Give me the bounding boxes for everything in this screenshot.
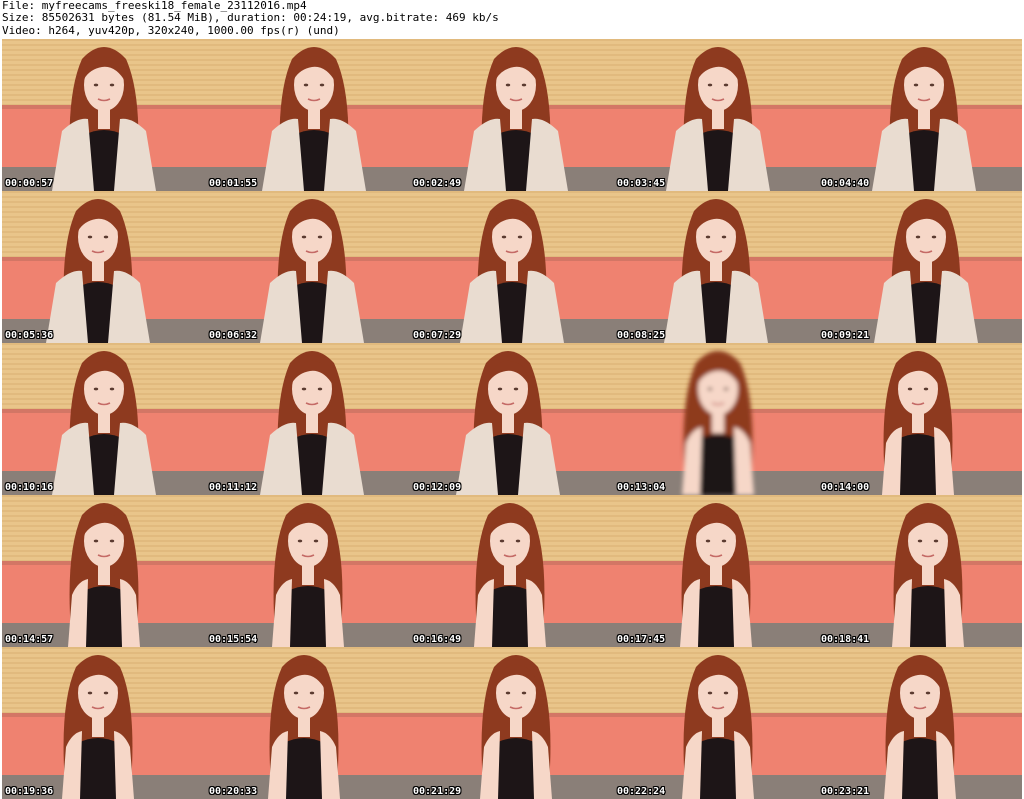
thumbnail-frame-image [410,39,614,191]
thumbnail-timestamp: 00:03:45 [617,178,666,189]
thumbnail-timestamp: 00:13:04 [617,482,666,493]
thumbnail-timestamp: 00:16:49 [413,634,462,645]
thumbnail-frame-image [206,191,410,343]
video-thumbnail[interactable]: 00:14:57 [2,495,206,647]
thumbnail-timestamp: 00:07:29 [413,330,462,341]
video-info-line: Video: h264, yuv420p, 320x240, 1000.00 f… [2,23,340,37]
thumbnail-frame-image [614,191,818,343]
thumbnail-timestamp: 00:19:36 [5,786,54,797]
thumbnail-frame-image [818,343,1022,495]
video-thumbnail[interactable]: 00:19:36 [2,647,206,799]
thumbnail-timestamp: 00:06:32 [209,330,258,341]
file-info-header: File: myfreecams_freeski18_female_231120… [2,0,1020,38]
thumbnail-frame-image [2,39,206,191]
video-thumbnail[interactable]: 00:04:40 [818,39,1022,191]
video-thumbnail[interactable]: 00:12:09 [410,343,614,495]
thumbnail-frame-image [614,343,818,495]
thumbnail-timestamp: 00:15:54 [209,634,258,645]
video-thumbnail[interactable]: 00:22:24 [614,647,818,799]
thumbnail-frame-image [410,647,614,799]
video-thumbnail[interactable]: 00:07:29 [410,191,614,343]
thumbnail-timestamp: 00:02:49 [413,178,462,189]
video-thumbnail[interactable]: 00:13:04 [614,343,818,495]
video-thumbnail[interactable]: 00:09:21 [818,191,1022,343]
thumbnail-timestamp: 00:17:45 [617,634,666,645]
thumbnail-timestamp: 00:21:29 [413,786,462,797]
thumbnail-frame-image [206,343,410,495]
thumbnail-frame-image [2,495,206,647]
thumbnail-timestamp: 00:18:41 [821,634,870,645]
thumbnail-frame-image [410,191,614,343]
thumbnail-frame-image [614,39,818,191]
thumbnail-frame-image [2,343,206,495]
video-thumbnail[interactable]: 00:21:29 [410,647,614,799]
video-thumbnail[interactable]: 00:15:54 [206,495,410,647]
thumbnail-grid: 00:00:57 00:01:55 00:02:49 00:03:45 00:0… [0,39,1024,799]
video-thumbnail[interactable]: 00:23:21 [818,647,1022,799]
video-thumbnail[interactable]: 00:18:41 [818,495,1022,647]
thumbnail-frame-image [206,647,410,799]
thumbnail-timestamp: 00:04:40 [821,178,870,189]
thumbnail-frame-image [614,495,818,647]
thumbnail-timestamp: 00:14:57 [5,634,54,645]
thumbnail-timestamp: 00:01:55 [209,178,258,189]
thumbnail-frame-image [206,39,410,191]
video-thumbnail[interactable]: 00:05:36 [2,191,206,343]
video-thumbnail[interactable]: 00:11:12 [206,343,410,495]
thumbnail-timestamp: 00:08:25 [617,330,666,341]
thumbnail-timestamp: 00:11:12 [209,482,258,493]
thumbnail-frame-image [818,647,1022,799]
thumbnail-frame-image [818,39,1022,191]
video-thumbnail[interactable]: 00:06:32 [206,191,410,343]
thumbnail-timestamp: 00:00:57 [5,178,54,189]
video-thumbnail[interactable]: 00:20:33 [206,647,410,799]
video-thumbnail[interactable]: 00:01:55 [206,39,410,191]
video-thumbnail[interactable]: 00:00:57 [2,39,206,191]
thumbnail-timestamp: 00:09:21 [821,330,870,341]
video-thumbnail[interactable]: 00:16:49 [410,495,614,647]
file-size-line: Size: 85502631 bytes (81.54 MiB), durati… [2,11,499,25]
thumbnail-frame-image [410,343,614,495]
thumbnail-timestamp: 00:05:36 [5,330,54,341]
thumbnail-timestamp: 00:20:33 [209,786,258,797]
video-thumbnail[interactable]: 00:17:45 [614,495,818,647]
video-thumbnail[interactable]: 00:08:25 [614,191,818,343]
thumbnail-timestamp: 00:22:24 [617,786,666,797]
video-thumbnail[interactable]: 00:02:49 [410,39,614,191]
thumbnail-timestamp: 00:10:16 [5,482,54,493]
video-thumbnail[interactable]: 00:10:16 [2,343,206,495]
thumbnail-timestamp: 00:23:21 [821,786,870,797]
thumbnail-timestamp: 00:14:00 [821,482,870,493]
thumbnail-frame-image [614,647,818,799]
thumbnail-frame-image [2,647,206,799]
thumbnail-frame-image [410,495,614,647]
thumbnail-frame-image [818,191,1022,343]
thumbnail-frame-image [206,495,410,647]
thumbnail-timestamp: 00:12:09 [413,482,462,493]
thumbnail-frame-image [2,191,206,343]
video-thumbnail[interactable]: 00:03:45 [614,39,818,191]
thumbnail-frame-image [818,495,1022,647]
video-thumbnail[interactable]: 00:14:00 [818,343,1022,495]
